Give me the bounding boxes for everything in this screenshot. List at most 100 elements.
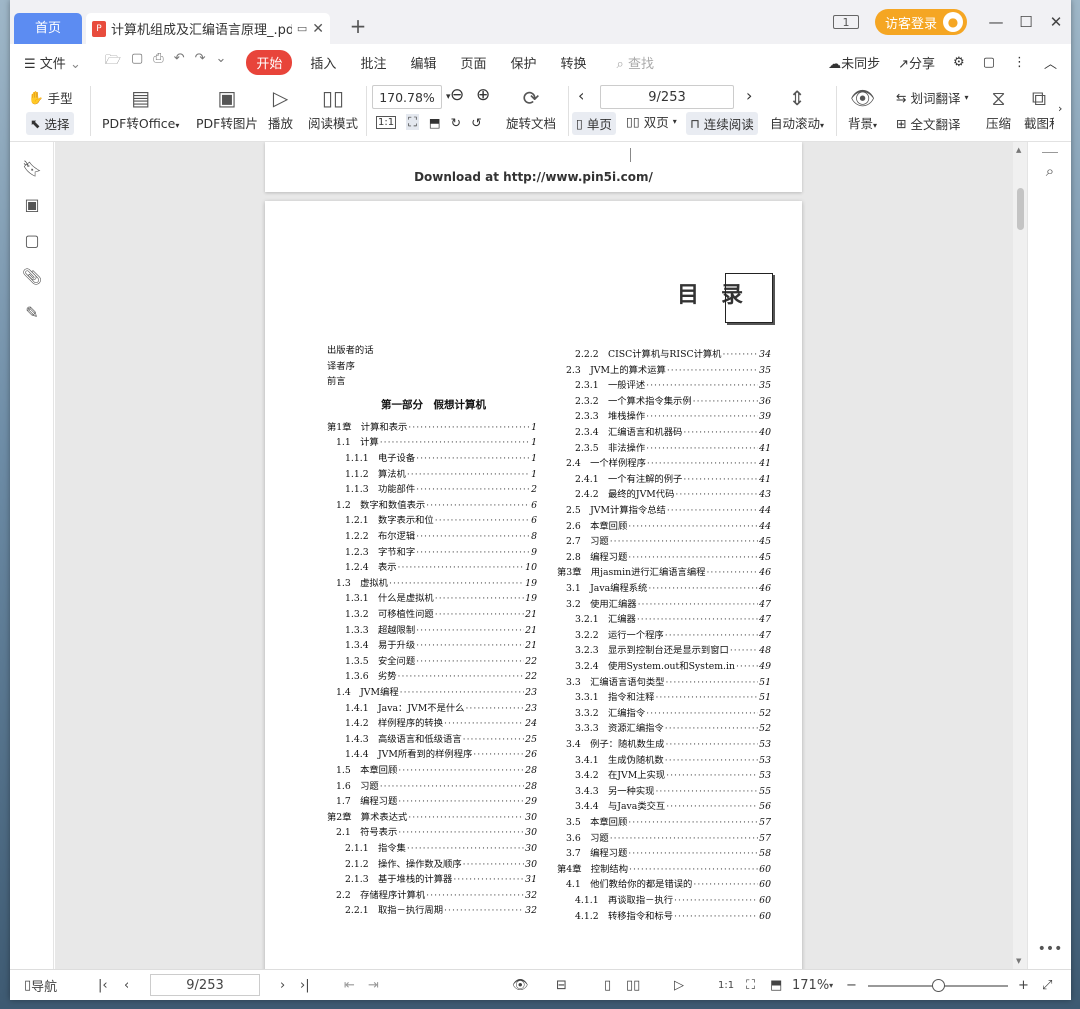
toc-entry[interactable]: 1.5 本章回顾 28: [336, 764, 537, 777]
comment-icon[interactable]: ▢: [10, 222, 54, 258]
zoom-select[interactable]: 170.78% ▾: [372, 85, 451, 109]
hand-tool[interactable]: ✋ 手型: [28, 88, 73, 107]
fit-page-icon[interactable]: ⛶: [406, 114, 419, 130]
scroll-down-icon[interactable]: ▼: [1016, 957, 1021, 965]
toc-entry[interactable]: 3.3.3 资源汇编指令 52: [575, 722, 771, 735]
toc-entry[interactable]: 1.3 虚拟机 19: [336, 577, 537, 590]
first-page-icon[interactable]: |‹: [98, 970, 108, 1001]
redo-icon[interactable]: ↷: [195, 51, 206, 73]
navigation-toggle[interactable]: ▯ 导航: [24, 970, 57, 1001]
pdf-to-image-button[interactable]: ▣ PDF转图片: [196, 86, 258, 132]
toc-entry[interactable]: 1.1.1 电子设备 1: [345, 452, 537, 465]
continuous-view-icon[interactable]: ⊟: [556, 970, 567, 1001]
toc-entry[interactable]: 1.6 习题 28: [336, 780, 537, 793]
tab-document[interactable]: P 计算机组成及汇编语言原理_.pdf ▭ ✕: [86, 13, 330, 44]
toc-entry[interactable]: 3.4.1 生成伪随机数 53: [575, 754, 771, 767]
open-icon[interactable]: 🗁: [105, 51, 121, 73]
toc-entry[interactable]: 1.4.4 JVM所看到的样例程序 26: [345, 748, 537, 761]
close-tab-icon[interactable]: ✕: [312, 21, 324, 37]
toc-entry[interactable]: 3.2.3 显示到控制台还是显示到窗口 48: [575, 644, 771, 657]
prev-page-icon[interactable]: ‹: [124, 970, 129, 1001]
toc-entry[interactable]: 2.3.2 一个算术指令集示例 36: [575, 395, 771, 408]
toc-entry[interactable]: 1.7 编程习题 29: [336, 795, 537, 808]
toc-entry[interactable]: 3.3.2 汇编指令 52: [575, 707, 771, 720]
more-icon[interactable]: ⋮: [1013, 55, 1026, 70]
rotate-left-icon[interactable]: ↺: [471, 115, 481, 130]
toc-entry[interactable]: 2.1.3 基于堆栈的计算器 31: [345, 873, 537, 886]
toc-entry[interactable]: 2.2 存储程序计算机 32: [336, 889, 537, 902]
share-button[interactable]: ↗分享: [898, 53, 935, 72]
toc-entry[interactable]: 1.2.3 字节和字 9: [345, 546, 537, 559]
zoom-in-icon[interactable]: ⊕: [476, 85, 490, 105]
toc-entry[interactable]: 3.6 习题 57: [566, 832, 771, 845]
continuous-read-button[interactable]: ⊓ 连续阅读: [686, 112, 758, 135]
comment-icon[interactable]: ▢: [983, 55, 995, 70]
toc-entry[interactable]: 第3章 用jasmin进行汇编语言编程 46: [557, 566, 771, 579]
toc-entry[interactable]: 2.2.2 CISC计算机与RISC计算机 34: [575, 348, 771, 361]
toc-entry[interactable]: 4.1 他们教给你的都是错误的 60: [566, 878, 771, 891]
actual-size-icon[interactable]: 1:1: [376, 115, 397, 129]
sync-button[interactable]: ☁未同步: [828, 53, 880, 72]
word-translate-button[interactable]: ⇆ 划词翻译 ▾: [896, 88, 969, 107]
toc-entry[interactable]: 1.2.4 表示 10: [345, 561, 537, 574]
toc-entry[interactable]: 1.3.6 劣势 22: [345, 670, 537, 683]
prev-page-icon[interactable]: ‹: [578, 86, 584, 105]
toc-entry[interactable]: 2.5 JVM计算指令总结 44: [566, 504, 771, 517]
menu-page[interactable]: 页面: [460, 53, 486, 72]
vertical-scrollbar[interactable]: ▲ ▼: [1013, 142, 1027, 969]
scroll-up-icon[interactable]: ▲: [1016, 146, 1021, 154]
status-zoom-select[interactable]: 171% ▾: [792, 970, 833, 1001]
file-menu[interactable]: ☰ 文件 ⌄: [24, 53, 81, 72]
menu-edit[interactable]: 编辑: [410, 53, 436, 72]
fit-page-icon[interactable]: ⛶: [746, 970, 755, 1001]
status-page-field[interactable]: 9/253: [150, 974, 260, 996]
print-icon[interactable]: ⎙: [153, 51, 163, 73]
toc-entry[interactable]: 1.3.4 易于升级 21: [345, 639, 537, 652]
zoom-out-icon[interactable]: −: [846, 970, 857, 1001]
menu-annotate[interactable]: 批注: [360, 53, 386, 72]
background-button[interactable]: 👁 背景▾: [848, 86, 877, 132]
menu-protect[interactable]: 保护: [510, 53, 536, 72]
toc-entry[interactable]: 3.2.4 使用System.out和System.in 49: [575, 660, 771, 673]
toc-entry[interactable]: 2.7 习题 45: [566, 535, 771, 548]
toc-entry[interactable]: 3.3 汇编语言语句类型 51: [566, 676, 771, 689]
double-page-view-icon[interactable]: ▯▯: [626, 970, 640, 1001]
toc-entry[interactable]: 1.2.2 布尔逻辑 8: [345, 530, 537, 543]
toc-entry[interactable]: 1.1.2 算法机 1: [345, 468, 537, 481]
toc-entry[interactable]: 4.1.2 转移指令和标号 60: [575, 910, 771, 923]
actual-size-icon[interactable]: 1:1: [718, 970, 734, 1001]
menu-start[interactable]: 开始: [246, 49, 293, 75]
toc-entry[interactable]: 2.1 符号表示 30: [336, 826, 537, 839]
toc-entry[interactable]: 2.3.5 非法操作 41: [575, 442, 771, 455]
zoom-in-icon[interactable]: +: [1018, 970, 1029, 1001]
toc-entry[interactable]: 3.1 Java编程系统 46: [566, 582, 771, 595]
fullscreen-icon[interactable]: ⤢: [1042, 970, 1052, 1001]
toc-entry[interactable]: 2.1.1 指令集 30: [345, 842, 537, 855]
settings-icon[interactable]: ⚙: [953, 55, 965, 70]
double-page-button[interactable]: ▯▯ 双页 ▾: [626, 112, 677, 131]
zoom-out-icon[interactable]: ⊖: [450, 85, 464, 105]
toc-entry[interactable]: 1.3.3 超越限制 21: [345, 624, 537, 637]
toc-entry[interactable]: 1.2 数字和数值表示 6: [336, 499, 537, 512]
toc-entry[interactable]: 1.3.2 可移植性问题 21: [345, 608, 537, 621]
toc-entry[interactable]: 1.1 计算 1: [336, 436, 537, 449]
toc-entry[interactable]: 1.4.1 Java：JVM不是什么 23: [345, 702, 537, 715]
toc-entry[interactable]: 2.4.1 一个有注解的例子 41: [575, 473, 771, 486]
signature-icon[interactable]: ✎: [10, 294, 54, 330]
menu-insert[interactable]: 插入: [310, 53, 336, 72]
toc-entry[interactable]: 3.2 使用汇编器 47: [566, 598, 771, 611]
toc-entry[interactable]: 2.1.2 操作、操作数及顺序 30: [345, 858, 537, 871]
toc-entry[interactable]: 3.5 本章回顾 57: [566, 816, 771, 829]
toc-entry[interactable]: 4.1.1 再谈取指－执行 60: [575, 894, 771, 907]
toc-entry[interactable]: 3.7 编程习题 58: [566, 847, 771, 860]
ribbon-scroll-right-icon[interactable]: ›: [1058, 102, 1062, 115]
single-page-button[interactable]: ▯ 单页: [572, 112, 616, 135]
more-dropdown-icon[interactable]: ⌄: [216, 51, 227, 73]
tab-home[interactable]: 首页: [14, 13, 82, 44]
attachment-icon[interactable]: 📎︎: [10, 258, 54, 294]
back-icon[interactable]: ⇤: [344, 970, 355, 1001]
monitor-icon[interactable]: ▭: [297, 22, 307, 35]
toc-entry[interactable]: 2.6 本章回顾 44: [566, 520, 771, 533]
toc-entry[interactable]: 前言: [327, 375, 537, 388]
compress-button[interactable]: ⧖ 压缩: [986, 86, 1011, 132]
